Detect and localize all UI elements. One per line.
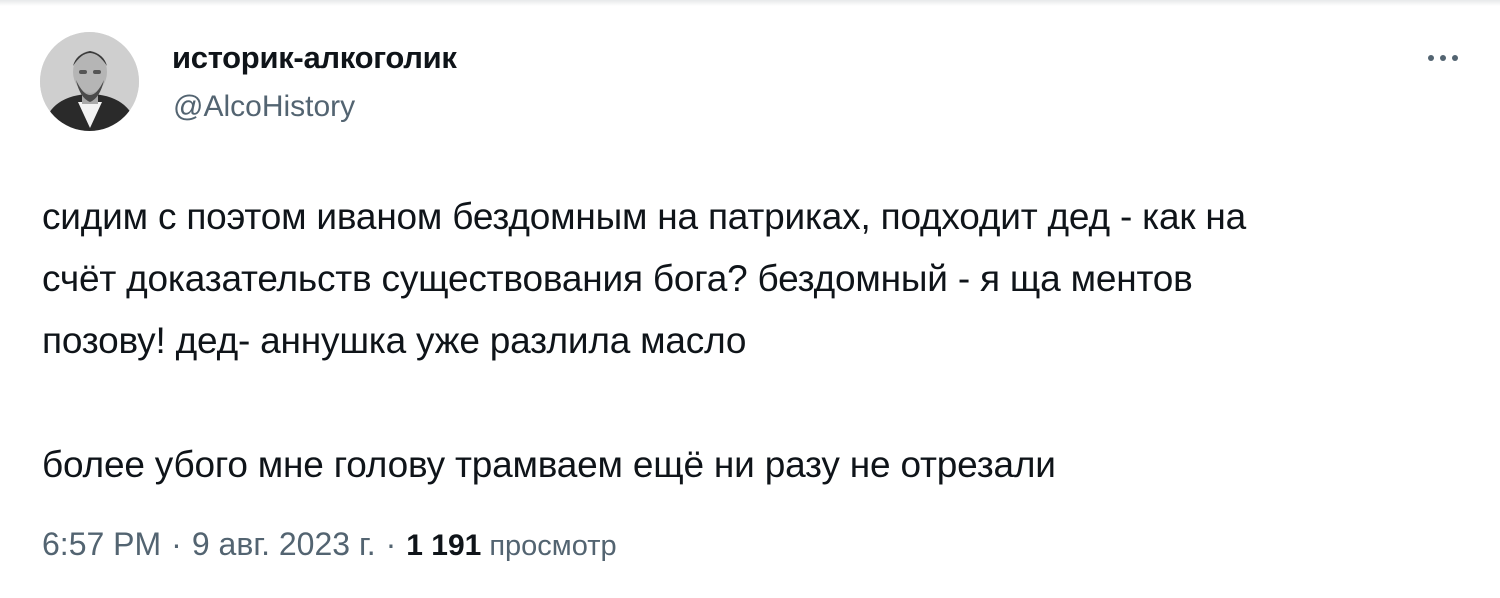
tweet-line: счёт доказательств существования бога? б… bbox=[42, 258, 1193, 299]
avatar[interactable] bbox=[40, 32, 139, 131]
top-divider bbox=[0, 0, 1500, 6]
more-options-button[interactable] bbox=[1418, 38, 1468, 78]
meta-separator: · bbox=[385, 526, 397, 562]
views-label: просмотр bbox=[489, 530, 617, 562]
tweet-time[interactable]: 6:57 PM bbox=[42, 526, 161, 563]
author-handle[interactable]: @AlcoHistory bbox=[173, 90, 355, 124]
author-display-name[interactable]: историк-алкоголик bbox=[172, 40, 457, 76]
tweet-date[interactable]: 9 авг. 2023 г. bbox=[192, 526, 376, 563]
tweet-text: сидим с поэтом иваном бездомным на патри… bbox=[42, 186, 1462, 496]
tweet-paragraph-2: более убого мне голову трамваем ещё ни р… bbox=[42, 444, 1056, 485]
portrait-photo-icon bbox=[40, 32, 139, 131]
views-count: 1 191 bbox=[406, 529, 482, 562]
tweet-line: сидим с поэтом иваном бездомным на патри… bbox=[42, 196, 1247, 237]
tweet-line: позову! дед- аннушка уже разлила масло bbox=[42, 320, 747, 361]
tweet-meta: 6:57 PM · 9 авг. 2023 г. · 1 191 просмот… bbox=[42, 526, 617, 563]
meta-separator: · bbox=[171, 526, 182, 562]
more-horizontal-icon bbox=[1428, 55, 1458, 61]
